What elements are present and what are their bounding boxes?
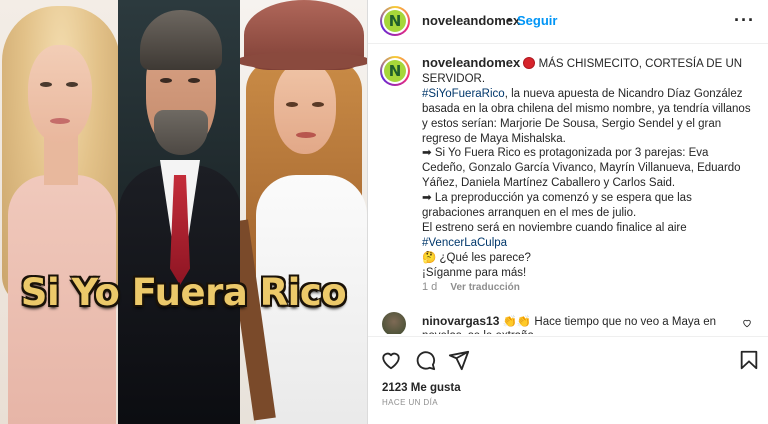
caption-para: ¡Síganme para más! <box>422 266 527 279</box>
more-options-icon[interactable]: ··· <box>734 10 755 31</box>
caption-text: noveleandomex MÁS CHISMECITO, CORTESÍA D… <box>422 55 752 281</box>
caption-meta: 1 d Ver traducción <box>422 281 520 293</box>
caption-para: El estreno será en noviembre cuando fina… <box>422 221 687 234</box>
actress-portrait-right <box>240 0 367 424</box>
post-timestamp: HACE UN DÍA <box>382 398 438 407</box>
separator-dot: • <box>507 12 512 27</box>
red-circle-icon <box>523 57 536 69</box>
avatar[interactable]: N <box>380 6 410 36</box>
commenter-avatar[interactable] <box>382 312 406 334</box>
caption-area: N noveleandomex MÁS CHISMECITO, CORTESÍA… <box>368 44 768 304</box>
hashtag-link[interactable]: #SiYoFueraRico <box>422 88 505 100</box>
likes-count[interactable]: 2123 Me gusta <box>382 382 461 394</box>
hashtag-link[interactable]: #VencerLaCulpa <box>422 237 507 249</box>
bookmark-icon[interactable] <box>738 349 760 371</box>
caption-para: ➡ Si Yo Fuera Rico es protagonizada por … <box>422 147 741 190</box>
clap-emoji: 👏👏 <box>502 316 532 328</box>
comment-text: ninovargas13 👏👏 Hace tiempo que no veo a… <box>422 314 722 334</box>
caption-para: ➡ La preproducción ya comenzó y se esper… <box>422 192 692 220</box>
share-icon[interactable] <box>448 349 470 371</box>
caption-avatar[interactable]: N <box>380 56 410 86</box>
header-username[interactable]: noveleandomex <box>422 13 520 28</box>
comment-icon[interactable] <box>414 349 436 371</box>
caption-username[interactable]: noveleandomex <box>422 55 520 70</box>
post-age: 1 d <box>422 281 438 293</box>
like-comment-icon[interactable] <box>742 318 752 328</box>
post-sidebar: N noveleandomex • Seguir ··· N noveleand… <box>367 0 768 424</box>
post-header: N noveleandomex • Seguir ··· <box>368 0 768 44</box>
caption-para: 🤔 ¿Qué les parece? <box>422 251 531 264</box>
post-image[interactable]: Si Yo Fuera Rico <box>0 0 367 424</box>
commenter-username[interactable]: ninovargas13 <box>422 314 499 328</box>
show-title-overlay: Si Yo Fuera Rico <box>20 271 347 314</box>
action-bar <box>368 336 768 382</box>
actress-portrait-left <box>0 0 122 424</box>
follow-button[interactable]: Seguir <box>517 13 557 28</box>
heart-icon[interactable] <box>380 349 402 371</box>
comment-item: ninovargas13 👏👏 Hace tiempo que no veo a… <box>382 312 762 334</box>
actor-portrait-center <box>118 0 242 424</box>
see-translation-link[interactable]: Ver traducción <box>450 282 519 293</box>
